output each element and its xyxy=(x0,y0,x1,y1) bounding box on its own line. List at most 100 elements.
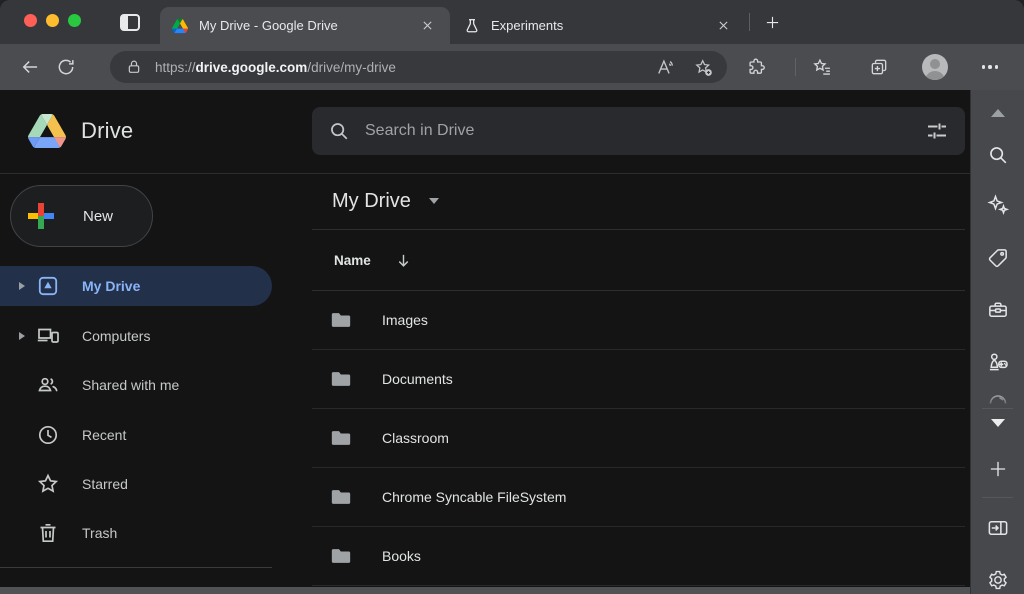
storage-divider xyxy=(0,567,272,568)
new-button-label: New xyxy=(83,208,113,225)
maximize-window-button[interactable] xyxy=(68,14,81,27)
drive-logo-icon xyxy=(28,114,66,148)
games-icon xyxy=(986,350,1010,374)
collections-button[interactable] xyxy=(867,55,891,79)
computers-icon xyxy=(36,324,60,348)
sidebar-scroll-down-button[interactable] xyxy=(991,419,1005,427)
sidebar-discover-button[interactable] xyxy=(986,193,1010,217)
chevron-down-icon xyxy=(429,198,439,204)
folder-icon xyxy=(330,309,352,331)
sidebar-settings-button[interactable] xyxy=(986,569,1009,592)
sidebar-item-shared-with-me[interactable]: Shared with me xyxy=(0,365,272,405)
tab-close-button[interactable] xyxy=(416,15,438,37)
vertical-tabs-icon xyxy=(120,14,140,31)
folder-row[interactable]: Books xyxy=(312,527,965,586)
collections-add-icon xyxy=(869,57,889,77)
search-icon xyxy=(328,120,350,142)
tab-experiments[interactable]: Experiments xyxy=(452,7,746,44)
folder-icon xyxy=(330,545,352,567)
close-window-button[interactable] xyxy=(24,14,37,27)
folder-row[interactable]: Images xyxy=(312,291,965,350)
folder-row[interactable]: Chrome Syncable FileSystem xyxy=(312,468,965,527)
url-text: https://drive.google.com/drive/my-drive xyxy=(155,60,639,75)
sidebar-games-button[interactable] xyxy=(986,350,1010,374)
lock-icon[interactable] xyxy=(126,59,142,75)
read-aloud-button[interactable] xyxy=(653,55,677,79)
expand-caret-icon[interactable] xyxy=(14,278,30,294)
flask-icon xyxy=(464,18,480,34)
people-icon xyxy=(36,373,60,397)
name-column-header[interactable]: Name xyxy=(312,230,965,291)
plus-icon xyxy=(765,15,780,30)
sidebar-tools-button[interactable] xyxy=(986,299,1009,322)
folder-icon xyxy=(330,486,352,508)
profile-avatar[interactable] xyxy=(922,54,948,80)
drive-brand[interactable]: Drive xyxy=(28,114,133,148)
sidebar-divider xyxy=(982,497,1013,498)
google-plus-icon xyxy=(27,202,55,230)
triangle-down-icon xyxy=(991,419,1005,427)
star-add-icon xyxy=(694,58,713,77)
tab-title: My Drive - Google Drive xyxy=(199,18,416,33)
drive-sidebar: New My Drive xyxy=(0,173,312,587)
settings-more-button[interactable] xyxy=(976,55,1004,79)
drive-search-bar[interactable] xyxy=(312,107,965,155)
sidebar-shopping-button[interactable] xyxy=(986,247,1009,270)
add-favorite-button[interactable] xyxy=(691,55,715,79)
my-drive-icon xyxy=(36,274,60,298)
sidebar-item-computers[interactable]: Computers xyxy=(0,316,272,356)
minimize-window-button[interactable] xyxy=(46,14,59,27)
tab-actions-menu-button[interactable] xyxy=(118,10,142,34)
sidebar-item-starred[interactable]: Starred xyxy=(0,464,272,504)
folder-icon xyxy=(330,368,352,390)
traffic-lights xyxy=(24,14,81,27)
search-input[interactable] xyxy=(365,122,925,140)
tab-separator xyxy=(749,13,750,31)
refresh-icon xyxy=(56,57,76,77)
breadcrumb-label: My Drive xyxy=(332,190,411,213)
refresh-button[interactable] xyxy=(54,55,78,79)
read-aloud-icon xyxy=(656,58,675,77)
breadcrumb[interactable]: My Drive xyxy=(312,173,965,230)
sidebar-item-trash[interactable]: Trash xyxy=(0,513,272,553)
window-bottom-edge xyxy=(0,587,970,594)
folder-icon xyxy=(330,427,352,449)
folder-row[interactable]: Documents xyxy=(312,350,965,409)
sidebar-scroll-up-button[interactable] xyxy=(991,109,1005,117)
open-sidebar-icon xyxy=(986,517,1009,540)
trash-icon xyxy=(36,521,60,545)
tab-close-button[interactable] xyxy=(712,15,734,37)
favorites-star-list-icon xyxy=(812,57,832,77)
plus-icon xyxy=(988,460,1007,479)
sidebar-item-recent[interactable]: Recent xyxy=(0,415,272,455)
tag-icon xyxy=(986,247,1009,270)
sidebar-partially-scrolled-icon xyxy=(986,392,1010,404)
folder-row[interactable]: Classroom xyxy=(312,409,965,468)
sparkles-icon xyxy=(986,193,1010,217)
search-options-button[interactable] xyxy=(925,119,949,143)
avatar-shoulders xyxy=(925,71,945,80)
edge-sidebar xyxy=(970,90,1024,594)
sidebar-toggle-button[interactable] xyxy=(986,517,1009,540)
google-drive-favicon-icon xyxy=(172,18,188,34)
toolbar-separator xyxy=(795,58,796,76)
sidebar-item-my-drive[interactable]: My Drive xyxy=(0,266,272,306)
clock-icon xyxy=(36,423,60,447)
back-button[interactable] xyxy=(18,55,42,79)
tab-my-drive[interactable]: My Drive - Google Drive xyxy=(160,7,450,44)
address-bar[interactable]: https://drive.google.com/drive/my-drive xyxy=(110,51,727,83)
gear-icon xyxy=(986,569,1009,592)
new-tab-button[interactable] xyxy=(760,10,784,34)
puzzle-icon xyxy=(746,57,766,77)
sidebar-search-button[interactable] xyxy=(987,144,1009,166)
sidebar-customize-button[interactable] xyxy=(988,460,1007,479)
triangle-up-icon xyxy=(991,109,1005,117)
tab-bar: My Drive - Google Drive Experiments xyxy=(0,0,1024,44)
toolbox-icon xyxy=(986,299,1009,322)
extensions-button[interactable] xyxy=(744,55,768,79)
expand-caret-icon[interactable] xyxy=(14,328,30,344)
new-button[interactable]: New xyxy=(10,185,153,247)
google-drive-page: Drive New xyxy=(0,90,970,594)
favorites-button[interactable] xyxy=(810,55,834,79)
tab-title: Experiments xyxy=(491,18,712,33)
